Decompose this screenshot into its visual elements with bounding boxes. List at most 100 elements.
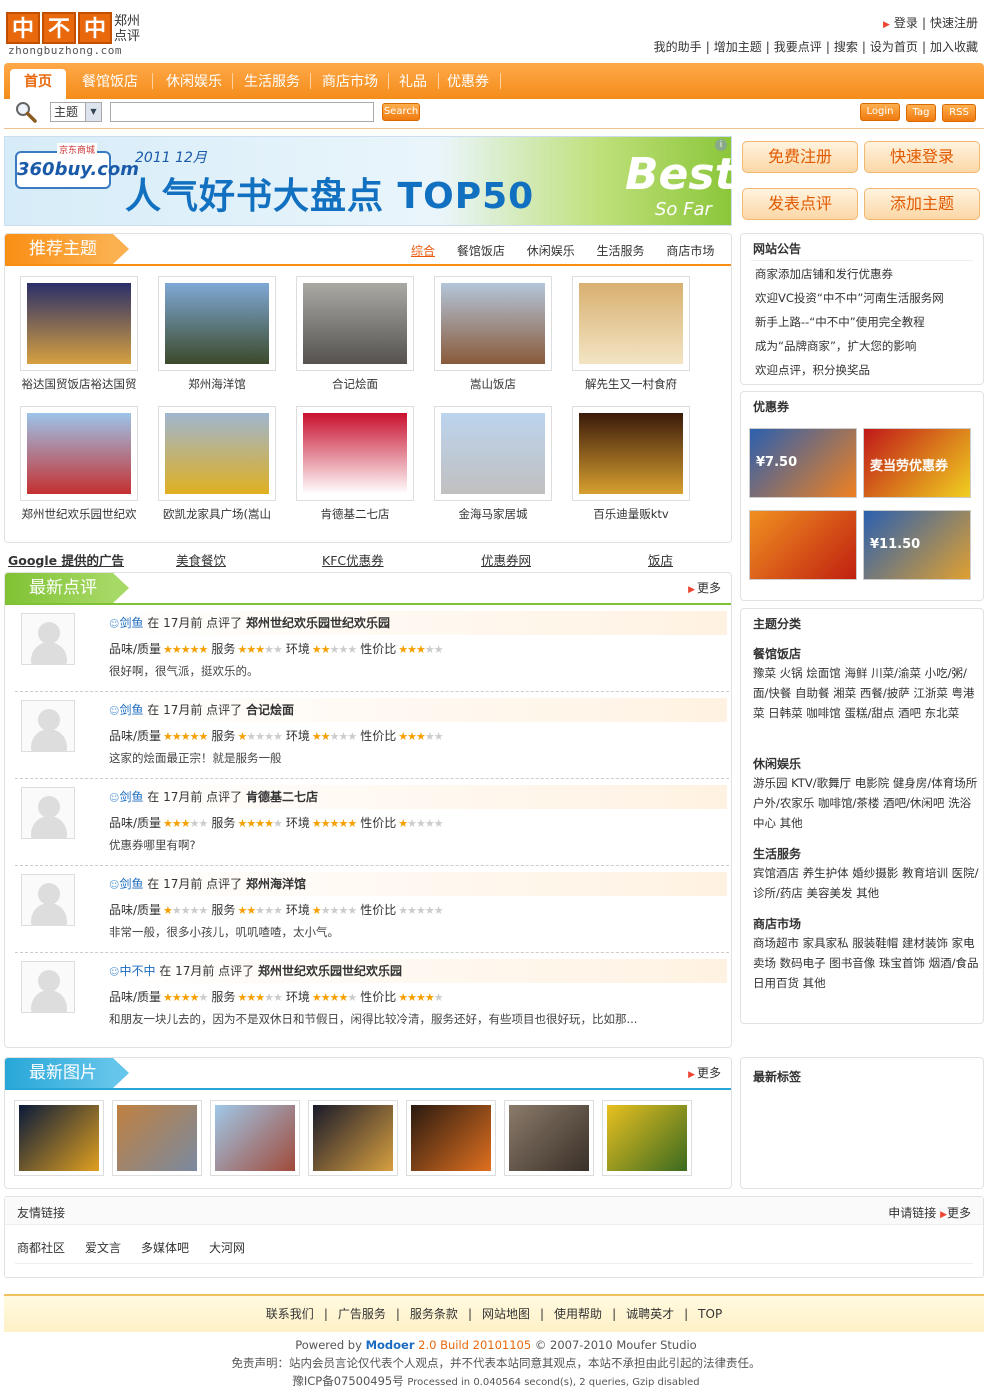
recommend-item-name[interactable]: 肯德基二七店 xyxy=(293,506,417,522)
review-place[interactable]: 郑州世纪欢乐园世纪欢乐园 xyxy=(246,616,390,630)
nav-coupons[interactable]: 优惠券 xyxy=(438,69,498,99)
nav-leisure[interactable]: 休闲娱乐 xyxy=(154,69,234,99)
recommend-item-image[interactable] xyxy=(20,276,138,371)
review-place[interactable]: 郑州海洋馆 xyxy=(246,877,306,891)
review-user[interactable]: 剑鱼 xyxy=(119,703,143,717)
recommend-item-name[interactable]: 郑州海洋馆 xyxy=(155,376,279,392)
photo-thumb[interactable] xyxy=(14,1100,104,1176)
site-logo[interactable]: 中不中 郑州 点评 zhongbuzhong.com xyxy=(6,12,156,62)
recommend-item-name[interactable]: 欧凯龙家具广场(嵩山 xyxy=(155,506,279,522)
recommend-item-name[interactable]: 合记烩面 xyxy=(293,376,417,392)
friend-link[interactable]: 多媒体吧 xyxy=(141,1241,189,1255)
reviews-more-link[interactable]: ▶ 更多 xyxy=(688,579,721,596)
photo-thumb[interactable] xyxy=(112,1100,202,1176)
tab-shops[interactable]: 商店市场 xyxy=(666,244,714,258)
coupon-item[interactable]: ¥11.50 xyxy=(863,510,971,580)
recommend-item[interactable]: 金海马家居城 xyxy=(431,406,555,530)
ad-link-coupon[interactable]: 优惠券网 xyxy=(481,550,531,569)
recommend-item-name[interactable]: 金海马家居城 xyxy=(431,506,555,522)
nav-services[interactable]: 生活服务 xyxy=(232,69,312,99)
notice-item[interactable]: 商家添加店铺和发行优惠券 xyxy=(755,266,893,282)
recommend-item[interactable]: 合记烩面 xyxy=(293,276,417,400)
review-place[interactable]: 合记烩面 xyxy=(246,703,294,717)
post-review-button[interactable]: 发表点评 xyxy=(742,188,858,220)
friend-links-more[interactable]: 更多 xyxy=(947,1206,971,1220)
ad-banner[interactable]: 360buy.com 京东商城 2011 12月 人气好书大盘点 TOP50 B… xyxy=(4,136,736,226)
avatar[interactable] xyxy=(21,787,75,839)
nav-home[interactable]: 首页 xyxy=(10,69,66,99)
register-link[interactable]: 快速注册 xyxy=(930,16,978,30)
avatar[interactable] xyxy=(21,613,75,665)
write-review-link[interactable]: 我要点评 xyxy=(774,40,822,54)
category-services-list[interactable]: 宾馆酒店 养生护体 婚纱摄影 教育培训 医院/诊所/药店 美容美发 其他 xyxy=(753,863,979,903)
review-place[interactable]: 郑州世纪欢乐园世纪欢乐园 xyxy=(258,964,402,978)
tab-restaurants[interactable]: 餐馆饭店 xyxy=(457,244,505,258)
category-services-heading[interactable]: 生活服务 xyxy=(753,845,801,862)
nav-restaurants[interactable]: 餐馆饭店 xyxy=(70,69,150,99)
footer-ads[interactable]: 广告服务 xyxy=(338,1307,386,1321)
avatar[interactable] xyxy=(21,874,75,926)
add-topic-link[interactable]: 增加主题 xyxy=(714,40,762,54)
category-restaurants-heading[interactable]: 餐馆饭店 xyxy=(753,645,801,662)
footer-jobs[interactable]: 诚聘英才 xyxy=(626,1307,674,1321)
photo-thumb[interactable] xyxy=(406,1100,496,1176)
recommend-item-image[interactable] xyxy=(296,276,414,371)
footer-sitemap[interactable]: 网站地图 xyxy=(482,1307,530,1321)
category-leisure-list[interactable]: 游乐园 KTV/歌舞厅 电影院 健身房/体育场所 户外/农家乐 咖啡馆/茶楼 酒… xyxy=(753,773,979,833)
photo-thumb[interactable] xyxy=(210,1100,300,1176)
category-restaurants-list[interactable]: 豫菜 火锅 烩面馆 海鲜 川菜/渝菜 小吃/粥/面/快餐 自助餐 湘菜 西餐/披… xyxy=(753,663,979,723)
friend-link[interactable]: 爱文言 xyxy=(85,1241,121,1255)
nav-gifts[interactable]: 礼品 xyxy=(388,69,438,99)
notice-item[interactable]: 欢迎点评，积分换奖品 xyxy=(755,362,870,378)
notice-item[interactable]: 新手上路--“中不中”使用完全教程 xyxy=(755,314,925,330)
review-user[interactable]: 剑鱼 xyxy=(119,616,143,630)
footer-terms[interactable]: 服务条款 xyxy=(410,1307,458,1321)
search-type-select[interactable]: 主题 ▼ xyxy=(50,102,102,122)
recommend-item-name[interactable]: 百乐迪量贩ktv xyxy=(569,506,693,522)
nav-shops[interactable]: 商店市场 xyxy=(310,69,390,99)
recommend-item-image[interactable] xyxy=(572,406,690,501)
recommend-item[interactable]: 百乐迪量贩ktv xyxy=(569,406,693,530)
tab-all[interactable]: 综合 xyxy=(411,244,435,258)
search-link[interactable]: 搜索 xyxy=(834,40,858,54)
avatar[interactable] xyxy=(21,700,75,752)
footer-contact[interactable]: 联系我们 xyxy=(266,1307,314,1321)
recommend-item[interactable]: 郑州世纪欢乐园世纪欢 xyxy=(17,406,141,530)
review-user[interactable]: 中不中 xyxy=(119,964,155,978)
review-user[interactable]: 剑鱼 xyxy=(119,790,143,804)
category-shops-heading[interactable]: 商店市场 xyxy=(753,915,801,932)
recommend-item[interactable]: 肯德基二七店 xyxy=(293,406,417,530)
quick-login-button[interactable]: 快速登录 xyxy=(864,141,980,173)
my-assistant-link[interactable]: 我的助手 xyxy=(654,40,702,54)
photo-thumb[interactable] xyxy=(308,1100,398,1176)
tab-services[interactable]: 生活服务 xyxy=(597,244,645,258)
add-favorite-link[interactable]: 加入收藏 xyxy=(930,40,978,54)
coupon-item[interactable]: 麦当劳优惠券 xyxy=(863,428,971,498)
coupon-item[interactable]: ¥7.50 xyxy=(749,428,857,498)
search-input[interactable] xyxy=(110,102,374,122)
review-user[interactable]: 剑鱼 xyxy=(119,877,143,891)
tag-button[interactable]: Tag xyxy=(906,104,936,122)
ad-link-food[interactable]: 美食餐饮 xyxy=(176,550,226,569)
info-icon[interactable]: i xyxy=(715,139,727,151)
recommend-item[interactable]: 解先生又一村食府 xyxy=(569,276,693,400)
recommend-item-image[interactable] xyxy=(296,406,414,501)
friend-link[interactable]: 商都社区 xyxy=(17,1241,65,1255)
notice-item[interactable]: 欢迎VC投资“中不中”河南生活服务网 xyxy=(755,290,944,306)
recommend-item-image[interactable] xyxy=(158,406,276,501)
modoer-link[interactable]: Modoer xyxy=(366,1338,415,1352)
photos-more-link[interactable]: ▶ 更多 xyxy=(688,1064,721,1081)
recommend-item[interactable]: 嵩山饭店 xyxy=(431,276,555,400)
notice-item[interactable]: 成为“品牌商家”，扩大您的影响 xyxy=(755,338,916,354)
recommend-item[interactable]: 裕达国贸饭店裕达国贸 xyxy=(17,276,141,400)
friend-link[interactable]: 大河网 xyxy=(209,1241,245,1255)
free-register-button[interactable]: 免费注册 xyxy=(742,141,858,173)
avatar[interactable] xyxy=(21,961,75,1013)
photo-thumb[interactable] xyxy=(602,1100,692,1176)
rss-button[interactable]: RSS xyxy=(942,104,976,122)
recommend-item-image[interactable] xyxy=(434,406,552,501)
recommend-item-image[interactable] xyxy=(20,406,138,501)
search-button[interactable]: Search xyxy=(382,103,420,121)
recommend-item[interactable]: 郑州海洋馆 xyxy=(155,276,279,400)
footer-help[interactable]: 使用帮助 xyxy=(554,1307,602,1321)
